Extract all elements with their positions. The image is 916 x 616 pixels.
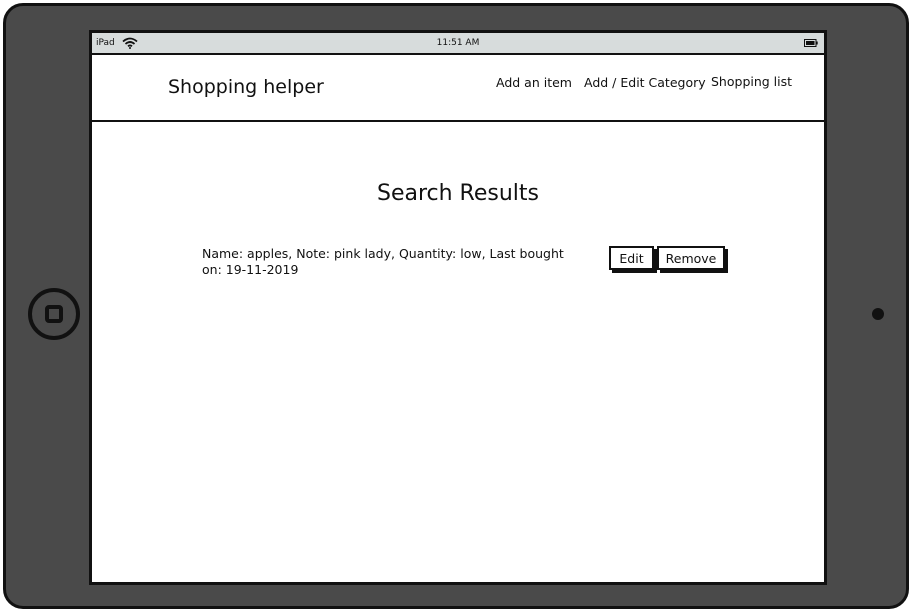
home-square-icon: [45, 305, 63, 323]
camera-icon: [872, 308, 884, 320]
tablet-screen: iPad 11:51 AM Shopping helper Add an ite…: [89, 30, 827, 585]
page-title: Search Results: [376, 181, 539, 206]
nav-edit-category-link[interactable]: Add / Edit Category: [584, 75, 706, 90]
remove-button[interactable]: Remove: [657, 246, 725, 270]
status-bar: iPad 11:51 AM: [92, 33, 824, 55]
home-button-icon[interactable]: [28, 288, 80, 340]
nav-add-item-link[interactable]: Add an item: [496, 75, 572, 90]
app-header: Shopping helper Add an item Add / Edit C…: [92, 55, 824, 122]
battery-icon: [804, 39, 818, 47]
app-title: Shopping helper: [168, 76, 324, 98]
nav-shopping-list-link[interactable]: Shopping list: [711, 74, 792, 89]
edit-button[interactable]: Edit: [609, 246, 654, 270]
status-time: 11:51 AM: [436, 38, 480, 48]
result-item-text: Name: apples, Note: pink lady, Quantity:…: [202, 246, 564, 277]
